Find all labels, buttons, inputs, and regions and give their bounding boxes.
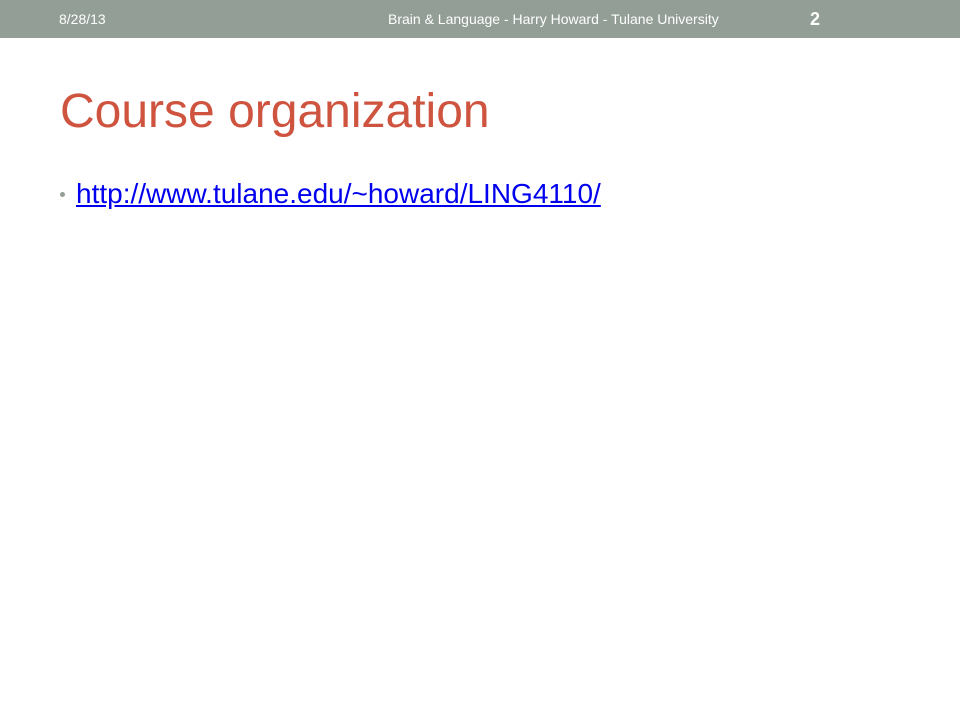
slide-title: Course organization [60, 85, 490, 138]
course-url-link[interactable]: http://www.tulane.edu/~howard/LING4110/ [76, 174, 601, 214]
bullet-icon [60, 191, 65, 197]
slide-number: 2 [810, 9, 821, 29]
bullet-item: http://www.tulane.edu/~howard/LING4110/ [60, 174, 601, 214]
slide-date: 8/28/13 [59, 11, 106, 27]
bullet-list: http://www.tulane.edu/~howard/LING4110/ [60, 174, 601, 214]
slide-footer-text: Brain & Language - Harry Howard - Tulane… [388, 11, 719, 27]
header-bar: 8/28/13 Brain & Language - Harry Howard … [0, 0, 960, 38]
